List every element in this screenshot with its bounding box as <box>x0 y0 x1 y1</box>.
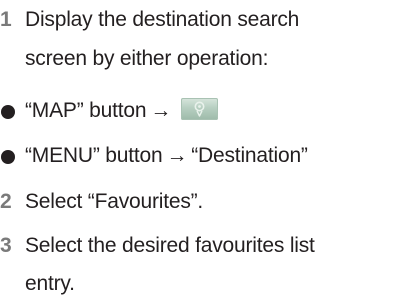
step-text-line: Display the destination search <box>25 8 300 31</box>
option-label: “MENU” button <box>25 144 163 167</box>
step-number: 2 <box>0 190 12 213</box>
bullet-icon <box>1 105 15 119</box>
arrow-icon: → <box>150 99 172 122</box>
step-text-line: entry. <box>25 272 75 295</box>
option-text: “MAP” button → <box>25 97 219 125</box>
step-text-line: screen by either operation: <box>25 47 269 70</box>
map-destination-icon <box>181 98 219 121</box>
arrow-icon: → <box>166 144 188 167</box>
step-text-line: Select the desired favourites list <box>25 234 315 257</box>
bullet-icon <box>1 150 15 164</box>
instruction-page: 1 Display the destination search screen … <box>0 0 394 303</box>
option-destination: “Destination” <box>191 144 308 167</box>
option-label: “MAP” button <box>25 99 147 122</box>
step-number: 3 <box>0 234 12 257</box>
step-number: 1 <box>0 8 12 31</box>
option-text: “MENU” button → “Destination” <box>25 142 308 170</box>
step-text-line: Select “Favourites”. <box>25 190 204 213</box>
